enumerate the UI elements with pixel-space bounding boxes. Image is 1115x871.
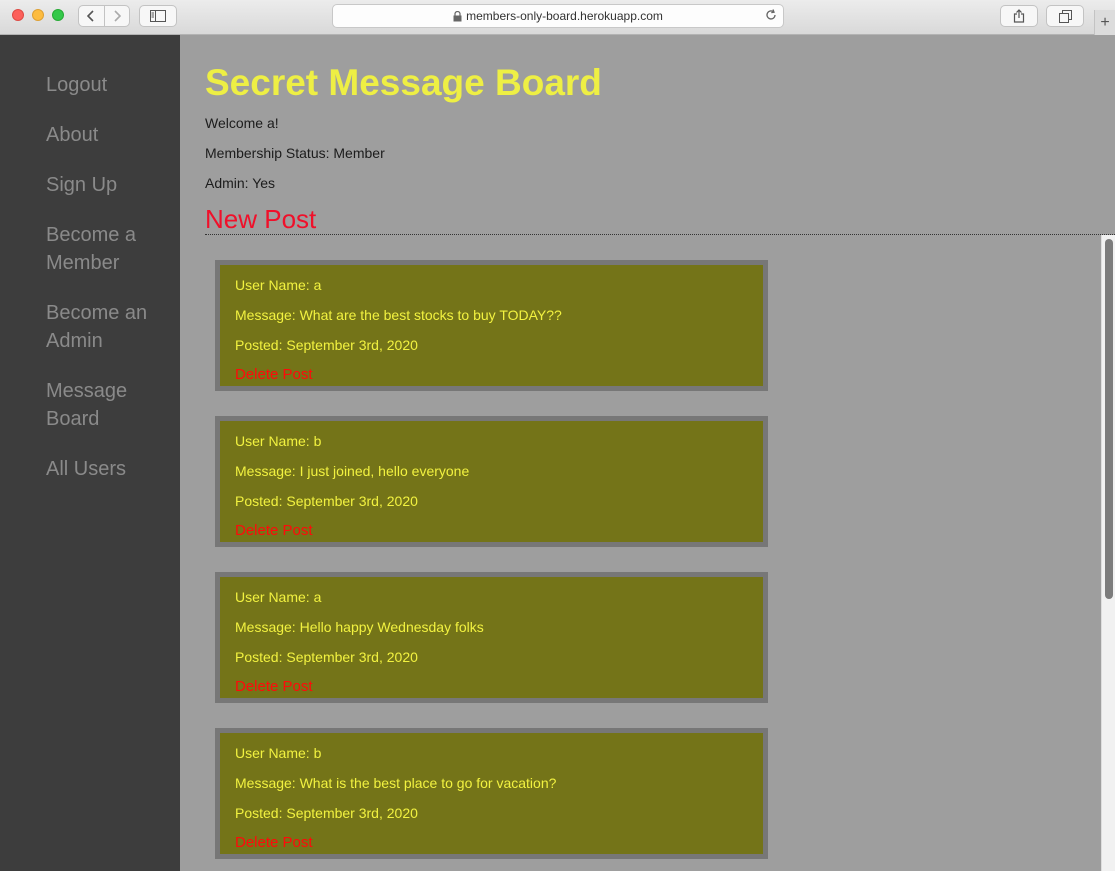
reload-button[interactable] — [765, 9, 777, 24]
message-card-body: User Name: a Message: Hello happy Wednes… — [220, 577, 763, 698]
message-card-body: User Name: b Message: What is the best p… — [220, 733, 763, 854]
post-username: User Name: b — [235, 433, 322, 449]
message-card: User Name: b Message: I just joined, hel… — [215, 416, 768, 547]
chevron-left-icon — [87, 10, 94, 22]
divider — [205, 234, 1115, 235]
back-button[interactable] — [79, 6, 104, 26]
post-message: Message: Hello happy Wednesday folks — [235, 619, 484, 635]
sidebar-item-about[interactable]: About — [0, 121, 180, 149]
close-window-icon[interactable] — [12, 9, 24, 21]
lock-icon — [453, 10, 462, 21]
maximize-window-icon[interactable] — [52, 9, 64, 21]
post-date: Posted: September 3rd, 2020 — [235, 649, 418, 665]
show-sidebar-button[interactable] — [139, 5, 177, 27]
sidebar-item-become-admin[interactable]: Become an Admin — [0, 299, 180, 355]
post-date: Posted: September 3rd, 2020 — [235, 805, 418, 821]
post-date: Posted: September 3rd, 2020 — [235, 493, 418, 509]
sidebar-nav: Logout About Sign Up Become a Member Bec… — [0, 35, 180, 871]
delete-post-link[interactable]: Delete Post — [235, 672, 748, 702]
sidebar-item-sign-up[interactable]: Sign Up — [0, 171, 180, 199]
message-card-body: User Name: a Message: What are the best … — [220, 265, 763, 386]
new-post-link[interactable]: New Post — [205, 204, 316, 235]
forward-button[interactable] — [103, 6, 130, 26]
post-message: Message: What is the best place to go fo… — [235, 775, 557, 791]
chevron-right-icon — [114, 10, 121, 22]
page-title: Secret Message Board — [205, 62, 602, 103]
sidebar-item-become-member[interactable]: Become a Member — [0, 221, 180, 277]
scrollbar[interactable] — [1101, 235, 1115, 871]
history-nav — [78, 5, 130, 27]
message-card: User Name: a Message: Hello happy Wednes… — [215, 572, 768, 703]
admin-status: Admin: Yes — [205, 175, 276, 191]
delete-post-link[interactable]: Delete Post — [235, 360, 748, 390]
share-button[interactable] — [1000, 5, 1038, 27]
new-tab-button[interactable]: + — [1094, 10, 1115, 35]
post-username: User Name: b — [235, 745, 322, 761]
membership-status: Membership Status: Member — [205, 145, 385, 161]
sidebar-icon — [150, 10, 166, 22]
sidebar-item-logout[interactable]: Logout — [0, 71, 180, 99]
post-username: User Name: a — [235, 589, 322, 605]
message-card: User Name: a Message: What are the best … — [215, 260, 768, 391]
post-username: User Name: a — [235, 277, 322, 293]
browser-toolbar: members-only-board.herokuapp.com + — [0, 0, 1115, 35]
main-content: Secret Message Board Welcome a! Membersh… — [180, 35, 1115, 871]
show-tabs-button[interactable] — [1046, 5, 1084, 27]
message-card: User Name: b Message: What is the best p… — [215, 728, 768, 859]
minimize-window-icon[interactable] — [32, 9, 44, 21]
share-icon — [1013, 9, 1025, 23]
sidebar-item-message-board[interactable]: Message Board — [0, 377, 180, 433]
delete-post-link[interactable]: Delete Post — [235, 828, 748, 858]
message-card-body: User Name: b Message: I just joined, hel… — [220, 421, 763, 542]
tabs-icon — [1058, 9, 1072, 23]
post-date: Posted: September 3rd, 2020 — [235, 337, 418, 353]
post-message: Message: What are the best stocks to buy… — [235, 307, 562, 323]
sidebar-item-all-users[interactable]: All Users — [0, 455, 180, 483]
welcome-text: Welcome a! — [205, 115, 279, 131]
scrollbar-thumb[interactable] — [1105, 239, 1113, 599]
url-text: members-only-board.herokuapp.com — [466, 9, 663, 23]
reload-icon — [766, 9, 776, 20]
address-bar[interactable]: members-only-board.herokuapp.com — [332, 4, 784, 28]
delete-post-link[interactable]: Delete Post — [235, 516, 748, 546]
post-message: Message: I just joined, hello everyone — [235, 463, 470, 479]
